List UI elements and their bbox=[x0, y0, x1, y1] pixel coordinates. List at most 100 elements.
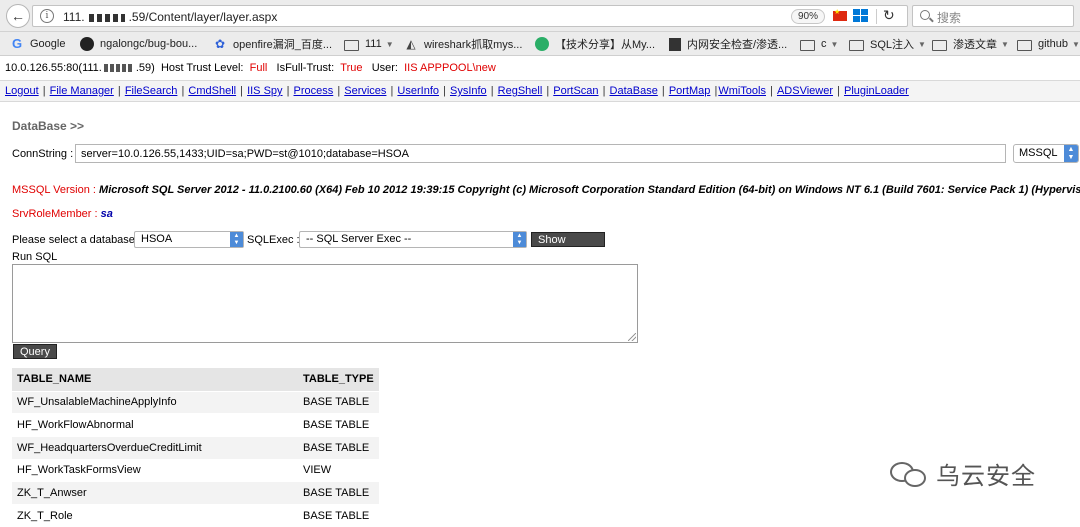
nav-adsviewer[interactable]: ADSViewer bbox=[777, 85, 833, 97]
table-row: HF_WorkFlowAbnormal BASE TABLE bbox=[12, 413, 379, 437]
bookmark-folder-c[interactable]: c ▼ bbox=[800, 36, 838, 52]
shell-nav-bar: Logout | File Manager | FileSearch | Cmd… bbox=[0, 80, 1080, 102]
chevron-updown-icon: ▲ ▼ bbox=[1064, 145, 1078, 162]
db-type-select[interactable]: MSSQL ▲ ▼ bbox=[1013, 144, 1079, 163]
site-info-icon[interactable]: i bbox=[40, 9, 54, 23]
nav-pluginloader[interactable]: PluginLoader bbox=[844, 85, 909, 97]
run-sql-label: Run SQL bbox=[12, 251, 58, 263]
nav-regshell[interactable]: RegShell bbox=[498, 85, 543, 97]
table-row: HF_WorkTaskFormsView VIEW bbox=[12, 458, 379, 482]
user-value: IIS APPPOOL\new bbox=[404, 62, 496, 74]
role-label: SrvRoleMember : bbox=[12, 208, 98, 220]
bookmark-folder-github[interactable]: github ▼ bbox=[1017, 36, 1080, 52]
bookmark-wireshark[interactable]: ◭ wireshark抓取mys... bbox=[404, 36, 522, 52]
table-row: WF_UnsalableMachineApplyInfo BASE TABLE bbox=[12, 390, 379, 414]
table-name-cell: ZK_T_Role bbox=[12, 503, 298, 527]
trust-level-label: Host Trust Level: bbox=[160, 62, 244, 74]
nav-file-manager[interactable]: File Manager bbox=[50, 85, 114, 97]
db-type-value: MSSQL bbox=[1019, 147, 1058, 159]
resize-grip-icon[interactable] bbox=[628, 333, 636, 341]
chevron-down-icon: ▼ bbox=[830, 39, 839, 49]
bookmark-intranet-security[interactable]: 内网安全检查/渗透... bbox=[669, 36, 787, 52]
nav-portmap[interactable]: PortMap bbox=[669, 85, 711, 97]
baidu-paw-icon: ✿ bbox=[214, 37, 226, 51]
table-name-cell: WF_HeadquartersOverdueCreditLimit bbox=[12, 435, 298, 460]
doc-icon bbox=[669, 37, 681, 51]
github-icon bbox=[80, 37, 94, 51]
browser-toolbar: ← i 111. .59/Content/layer/layer.aspx 90%… bbox=[0, 0, 1080, 32]
nav-logout[interactable]: Logout bbox=[5, 85, 39, 97]
search-icon bbox=[920, 10, 930, 20]
bookmark-google[interactable]: G Google bbox=[10, 36, 66, 52]
zoom-level-badge[interactable]: 90% bbox=[791, 9, 825, 24]
search-input[interactable]: 搜索 bbox=[912, 5, 1074, 27]
table-name-cell: WF_UnsalableMachineApplyInfo bbox=[12, 390, 298, 414]
redacted-ip-mask bbox=[88, 13, 125, 22]
nav-cmdshell[interactable]: CmdShell bbox=[188, 85, 236, 97]
back-arrow-icon: ← bbox=[11, 8, 25, 24]
chevron-updown-icon: ▲ ▼ bbox=[513, 232, 526, 247]
version-label: MSSQL Version : bbox=[12, 184, 96, 196]
chat-bubbles-logo-icon bbox=[890, 460, 928, 488]
bookmark-github-bug-bounty[interactable]: ngalongc/bug-bou... bbox=[80, 36, 197, 52]
reload-icon[interactable]: ↻ bbox=[883, 7, 895, 24]
results-table: TABLE_NAME TABLE_TYPE WF_UnsalableMachin… bbox=[12, 368, 379, 527]
nav-file-search[interactable]: FileSearch bbox=[125, 85, 178, 97]
role-value: sa bbox=[100, 208, 113, 220]
table-type-cell: BASE TABLE bbox=[298, 503, 379, 527]
back-button[interactable]: ← bbox=[6, 4, 30, 28]
sql-textarea[interactable] bbox=[12, 264, 638, 343]
conn-string-input[interactable] bbox=[75, 144, 1006, 163]
chevron-updown-icon: ▲ ▼ bbox=[230, 232, 243, 247]
table-header-row: TABLE_NAME TABLE_TYPE bbox=[12, 368, 379, 391]
nav-iis-spy[interactable]: IIS Spy bbox=[247, 85, 282, 97]
host-address: 10.0.126.55:80(111. bbox=[5, 62, 102, 74]
table-type-cell: BASE TABLE bbox=[298, 435, 379, 460]
bookmark-folder-pentest[interactable]: 渗透文章 ▼ bbox=[932, 36, 1009, 52]
chevron-down-icon: ▼ bbox=[1001, 39, 1009, 49]
version-value: Microsoft SQL Server 2012 - 11.0.2100.60… bbox=[99, 184, 1080, 196]
table-type-cell: BASE TABLE bbox=[298, 481, 379, 505]
nav-database[interactable]: DataBase bbox=[610, 85, 658, 97]
watermark-text: 乌云安全 bbox=[936, 463, 1036, 490]
selected-db-value: HSOA bbox=[141, 233, 173, 245]
table-type-cell: VIEW bbox=[298, 458, 379, 482]
nav-sysinfo[interactable]: SysInfo bbox=[450, 85, 487, 97]
table-type-cell: BASE TABLE bbox=[298, 390, 379, 414]
bookmark-folder-111[interactable]: 111 ▼ bbox=[344, 36, 394, 52]
nav-portscan[interactable]: PortScan bbox=[553, 85, 598, 97]
google-icon: G bbox=[11, 36, 23, 51]
column-header: TABLE_TYPE bbox=[298, 368, 379, 391]
table-type-cell: BASE TABLE bbox=[298, 413, 379, 437]
query-button[interactable]: Query bbox=[13, 344, 57, 359]
folder-icon bbox=[849, 39, 864, 51]
table-name-cell: HF_WorkFlowAbnormal bbox=[12, 413, 298, 437]
show-tables-button[interactable]: Show Tables bbox=[531, 232, 605, 261]
mssql-version-line: MSSQL Version : Microsoft SQL Server 201… bbox=[12, 184, 1080, 196]
address-bar[interactable]: i 111. .59/Content/layer/layer.aspx 90% ↻ bbox=[32, 5, 908, 27]
full-trust-label: IsFull-Trust: bbox=[276, 62, 335, 74]
bookmark-openfire[interactable]: ✿ openfire漏洞_百度... bbox=[213, 36, 332, 52]
trust-level-value: Full bbox=[249, 62, 268, 74]
nav-services[interactable]: Services bbox=[344, 85, 386, 97]
folder-icon bbox=[932, 39, 947, 51]
bookmark-tech-share[interactable]: 【技术分享】从My... bbox=[535, 36, 655, 52]
database-select[interactable]: HSOA ▲ ▼ bbox=[134, 231, 244, 248]
sqlexec-select[interactable]: -- SQL Server Exec -- ▲ ▼ bbox=[299, 231, 527, 248]
column-header: TABLE_NAME bbox=[12, 368, 298, 391]
wechat-icon bbox=[535, 37, 549, 51]
folder-icon bbox=[344, 39, 359, 51]
nav-process[interactable]: Process bbox=[294, 85, 334, 97]
url-prefix: 111. bbox=[63, 10, 85, 24]
url-text: 111. .59/Content/layer/layer.aspx bbox=[63, 10, 277, 24]
chevron-down-icon: ▼ bbox=[918, 39, 926, 49]
host-info-line: 10.0.126.55:80(111. .59) Host Trust Level… bbox=[5, 62, 496, 74]
folder-icon bbox=[800, 39, 815, 51]
nav-wmitools[interactable]: WmiTools bbox=[718, 85, 766, 97]
nav-userinfo[interactable]: UserInfo bbox=[397, 85, 439, 97]
sqlexec-value: -- SQL Server Exec -- bbox=[306, 233, 412, 245]
redacted-ip-mask bbox=[103, 64, 134, 73]
bookmark-folder-sql-injection[interactable]: SQL注入 ▼ bbox=[849, 36, 926, 52]
divider bbox=[876, 9, 877, 24]
watermark: 乌云安全 bbox=[890, 456, 1036, 491]
